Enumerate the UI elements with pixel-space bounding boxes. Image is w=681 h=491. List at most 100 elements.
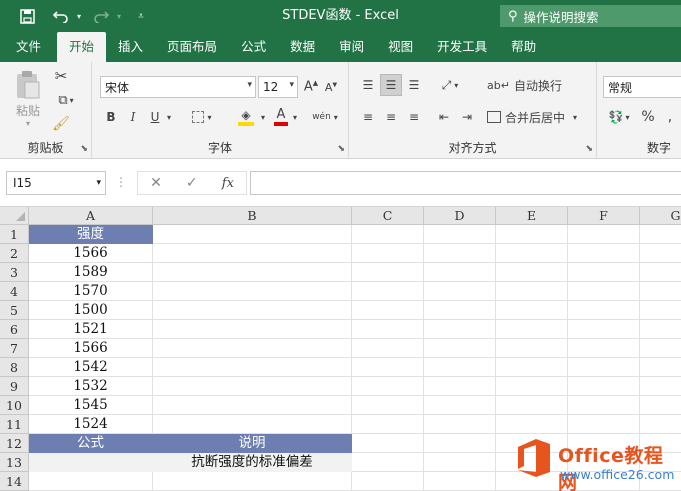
cell[interactable] [352, 434, 424, 453]
cell[interactable] [352, 339, 424, 358]
tab-home[interactable]: 开始 [57, 32, 107, 62]
row-header[interactable]: 8 [0, 358, 29, 377]
column-header-f[interactable]: F [568, 207, 640, 225]
tell-me-search[interactable]: ⚲ 操作说明搜索 [500, 5, 681, 27]
comma-style-button[interactable]: , [661, 106, 679, 128]
cell[interactable] [568, 415, 640, 434]
tab-developer[interactable]: 开发工具 [425, 32, 499, 62]
cell[interactable] [496, 339, 568, 358]
cell[interactable] [352, 282, 424, 301]
cell[interactable] [496, 377, 568, 396]
value-cell[interactable]: 1500 [29, 301, 153, 320]
cell[interactable] [640, 339, 681, 358]
column-header-b[interactable]: B [153, 207, 352, 225]
tab-view[interactable]: 视图 [376, 32, 425, 62]
value-cell[interactable]: 1542 [29, 358, 153, 377]
enter-icon[interactable]: ✓ [186, 175, 198, 191]
value-cell[interactable]: 1589 [29, 263, 153, 282]
tab-help[interactable]: 帮助 [499, 32, 548, 62]
cell[interactable] [568, 244, 640, 263]
accounting-format-button[interactable]: 💱 ▾ [603, 106, 635, 128]
cell[interactable] [153, 377, 352, 396]
cell[interactable] [153, 472, 352, 491]
align-bottom-button[interactable]: ☰ [403, 74, 425, 96]
increase-indent-button[interactable]: ⇥ [456, 106, 478, 128]
cell[interactable] [640, 225, 681, 244]
column-header-d[interactable]: D [424, 207, 496, 225]
italic-button[interactable]: I [124, 106, 142, 128]
insert-function-button[interactable]: fx [222, 176, 234, 191]
cell[interactable] [424, 301, 496, 320]
font-color-button[interactable]: A [270, 106, 292, 128]
font-name-select[interactable]: 宋体 ▾ [100, 76, 256, 98]
underline-dropdown[interactable]: ▾ [164, 106, 174, 128]
align-right-button[interactable]: ≡ [403, 106, 425, 128]
cell[interactable] [424, 320, 496, 339]
row-header[interactable]: 1 [0, 225, 29, 244]
percent-button[interactable]: % [639, 106, 657, 128]
cell[interactable] [496, 320, 568, 339]
row-header[interactable]: 13 [0, 453, 29, 472]
merge-center-button[interactable]: 合并后居中 ▾ [487, 106, 587, 128]
align-left-button[interactable]: ≡ [357, 106, 379, 128]
value-cell[interactable]: 1566 [29, 244, 153, 263]
row-header[interactable]: 9 [0, 377, 29, 396]
cell[interactable] [496, 263, 568, 282]
tab-insert[interactable]: 插入 [106, 32, 155, 62]
paste-button[interactable]: 粘贴 ▾ [8, 68, 48, 130]
align-top-button[interactable]: ☰ [357, 74, 379, 96]
value-cell[interactable]: 1524 [29, 415, 153, 434]
cell[interactable] [352, 225, 424, 244]
header-cell-description[interactable]: 说明 [153, 434, 352, 453]
cut-button[interactable]: ✂ [52, 66, 70, 86]
font-size-select[interactable]: 12 ▾ [258, 76, 298, 98]
redo-button[interactable] [88, 0, 114, 32]
cell[interactable] [352, 358, 424, 377]
cell[interactable] [352, 396, 424, 415]
tab-file[interactable]: 文件 [0, 32, 57, 62]
cell[interactable] [640, 301, 681, 320]
cell[interactable] [568, 358, 640, 377]
cell[interactable] [424, 472, 496, 491]
column-header-c[interactable]: C [352, 207, 424, 225]
column-header-e[interactable]: E [496, 207, 568, 225]
row-header[interactable]: 2 [0, 244, 29, 263]
cell[interactable] [153, 358, 352, 377]
cell[interactable] [352, 263, 424, 282]
cell[interactable] [424, 263, 496, 282]
cell[interactable] [568, 225, 640, 244]
formula-bar-grip-icon[interactable]: ⋮ [115, 175, 127, 189]
column-header-a[interactable]: A [29, 207, 153, 225]
header-cell-strength[interactable]: 强度 [29, 225, 153, 244]
cell[interactable] [153, 339, 352, 358]
formula-input[interactable] [250, 171, 681, 195]
row-header[interactable]: 12 [0, 434, 29, 453]
tab-formulas[interactable]: 公式 [229, 32, 278, 62]
orientation-button[interactable]: ⤢ ▾ [433, 74, 467, 96]
cell[interactable] [640, 320, 681, 339]
cell[interactable] [153, 396, 352, 415]
row-header[interactable]: 5 [0, 301, 29, 320]
cell[interactable] [496, 244, 568, 263]
cell[interactable] [352, 472, 424, 491]
cell[interactable] [568, 301, 640, 320]
row-header[interactable]: 3 [0, 263, 29, 282]
cell[interactable] [640, 377, 681, 396]
cell[interactable] [640, 282, 681, 301]
cell[interactable] [424, 415, 496, 434]
cell[interactable] [424, 434, 496, 453]
cell[interactable] [496, 301, 568, 320]
save-button[interactable] [14, 0, 40, 32]
row-header[interactable]: 7 [0, 339, 29, 358]
cell[interactable] [424, 396, 496, 415]
clipboard-launcher-icon[interactable]: ⬊ [80, 144, 88, 154]
wrap-text-button[interactable]: ab↵ 自动换行 [487, 74, 563, 96]
cell[interactable] [352, 377, 424, 396]
cell[interactable] [568, 282, 640, 301]
cell[interactable] [640, 396, 681, 415]
cell[interactable] [153, 415, 352, 434]
fill-color-dropdown[interactable]: ▾ [258, 106, 268, 128]
row-header[interactable]: 11 [0, 415, 29, 434]
cell[interactable] [640, 263, 681, 282]
underline-button[interactable]: U [146, 106, 164, 128]
